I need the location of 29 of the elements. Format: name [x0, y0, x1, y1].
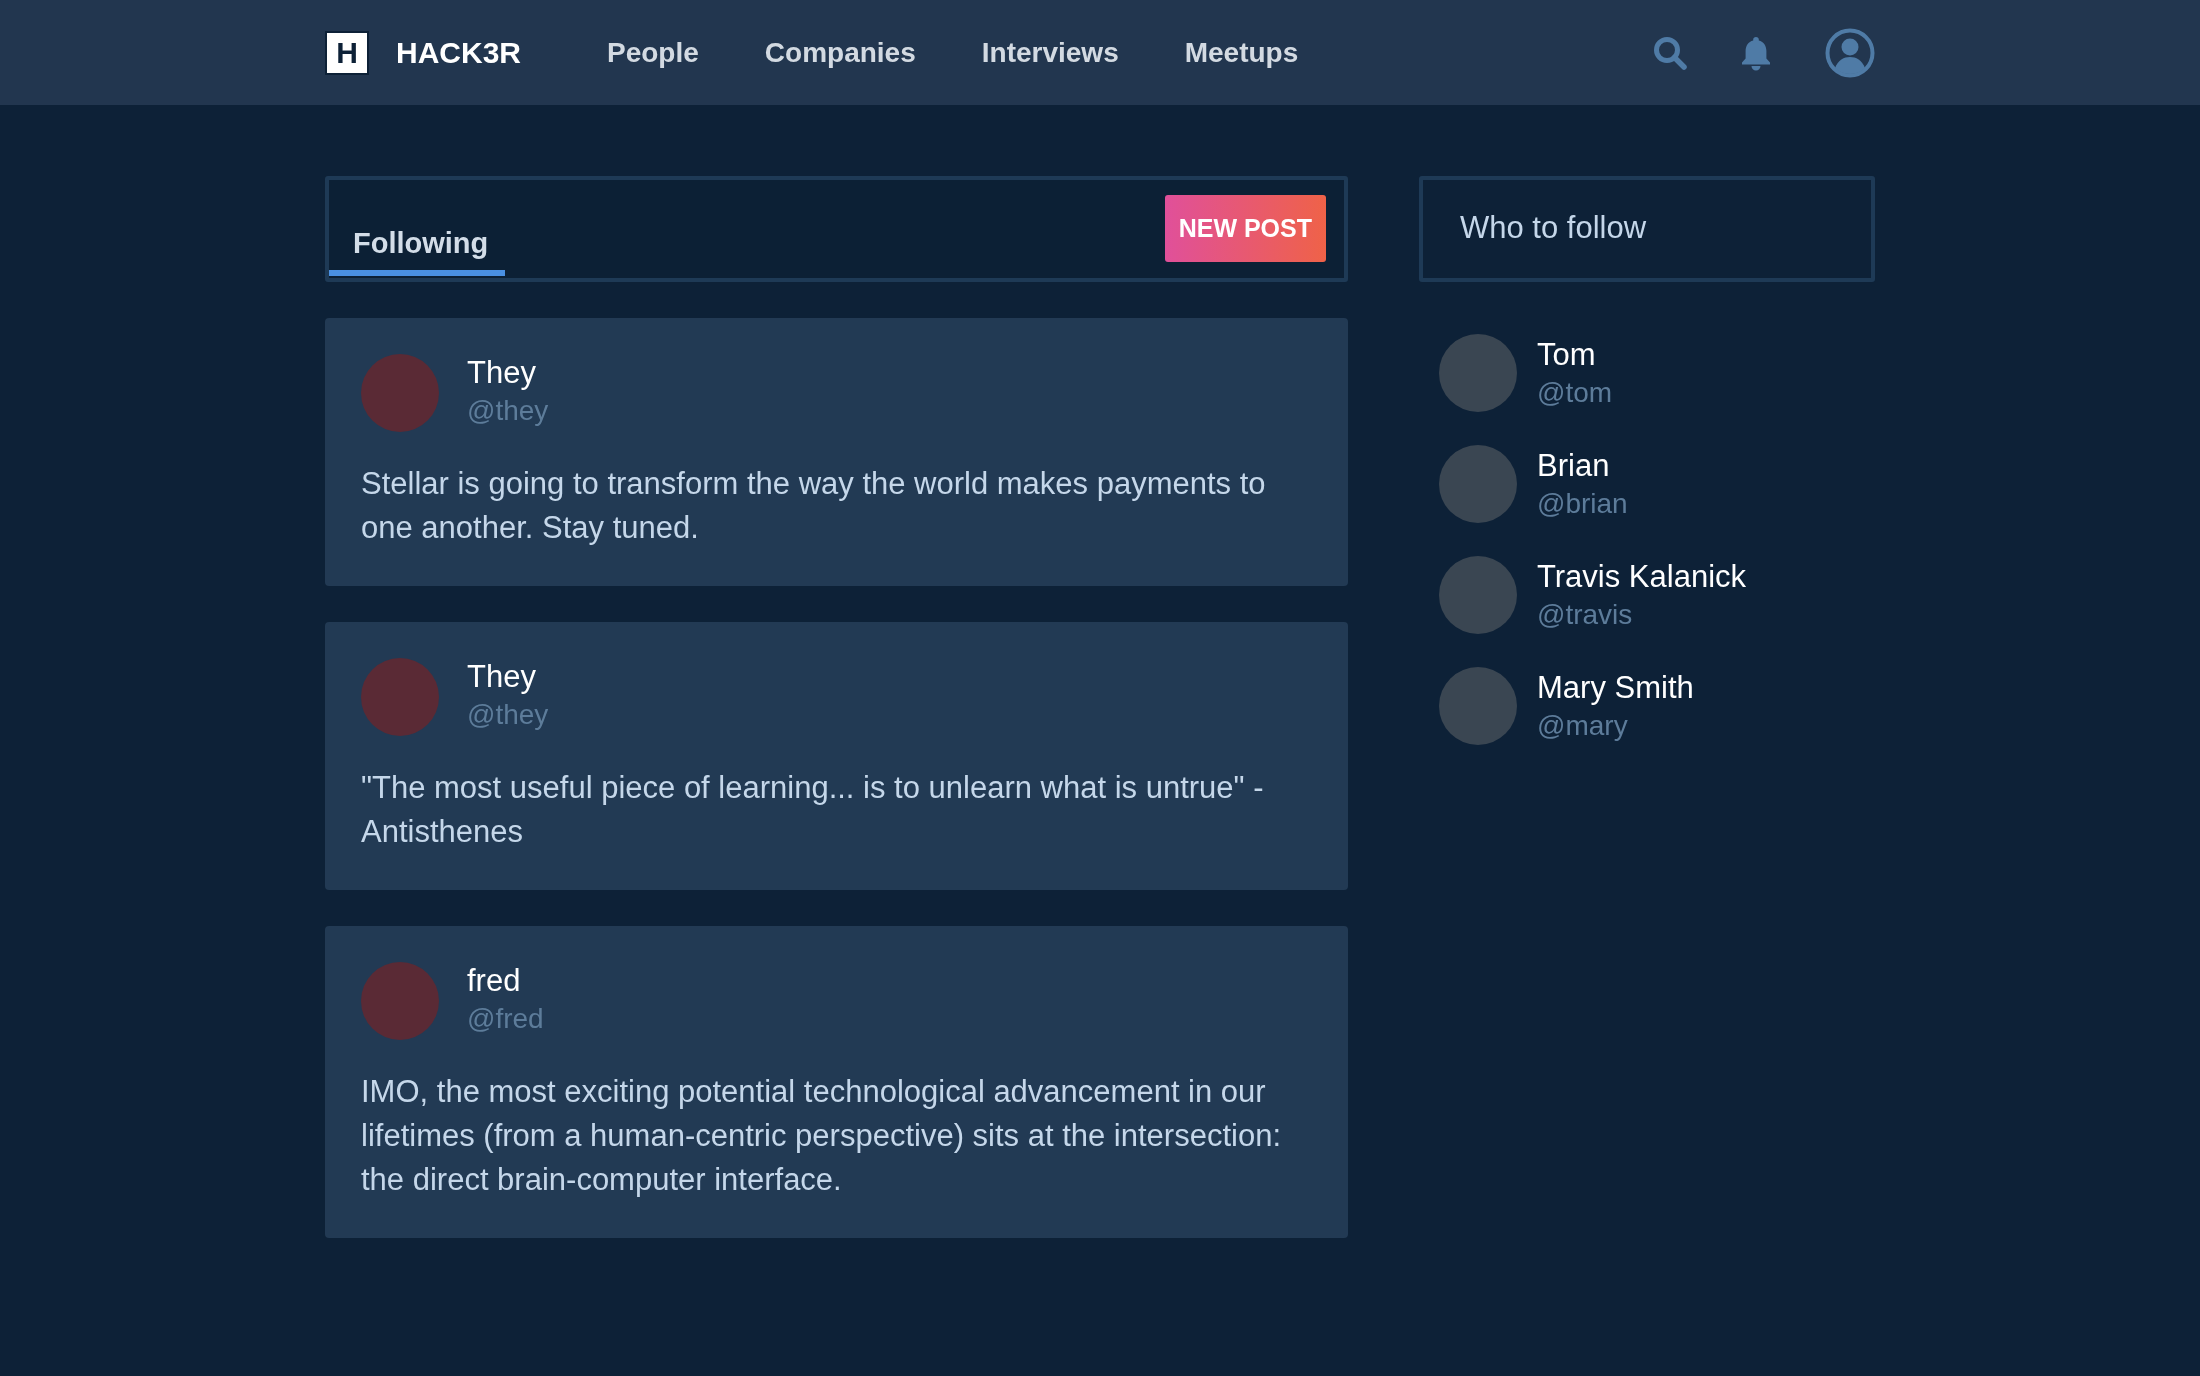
author-handle: @they — [467, 698, 549, 732]
nav-link[interactable]: People — [583, 36, 723, 69]
nav-link[interactable]: Interviews — [957, 36, 1143, 69]
post-text: IMO, the most exciting potential technological advancement in our lifetimes (from a human-centric perspective) sits at the intersection: the direct brain-computer interface. — [361, 1073, 1282, 1199]
author-name: fred — [467, 962, 522, 1000]
user-handle: @tom — [1537, 376, 1613, 410]
user-handle: @brian — [1537, 487, 1628, 521]
bell-icon[interactable] — [1739, 34, 1773, 71]
logo[interactable]: H — [325, 30, 369, 75]
new-post-button[interactable]: NEW POST — [1164, 195, 1326, 262]
author-handle: @fred — [467, 1002, 544, 1036]
user-handle: @mary — [1537, 709, 1629, 743]
user-name[interactable]: Tom — [1537, 336, 1613, 374]
nav-link[interactable]: Meetups — [1160, 36, 1323, 69]
feed-tab[interactable]: Following — [329, 180, 505, 276]
user-handle: @travis — [1537, 598, 1634, 632]
user-name[interactable]: Mary Smith — [1537, 669, 1694, 707]
author-name: They — [467, 354, 537, 392]
author-handle: @they — [467, 394, 549, 428]
author-name: They — [467, 658, 537, 696]
user-name[interactable]: Brian — [1537, 447, 1628, 485]
nav-link[interactable]: Companies — [740, 36, 940, 69]
post-text: Stellar is going to transform the way the world makes payments to one another. Stay tuned. — [361, 465, 1267, 547]
search-icon[interactable] — [1653, 35, 1687, 70]
user-name[interactable]: Travis Kalanick — [1537, 558, 1747, 596]
brand-name: HACK3R — [396, 35, 521, 70]
post-text: "The most useful piece of learning... is to unlearn what is untrue" - Antisthenes — [361, 769, 1265, 851]
who-to-follow-heading: Who to follow — [1419, 176, 1875, 282]
user-avatar-icon[interactable] — [1825, 27, 1875, 78]
